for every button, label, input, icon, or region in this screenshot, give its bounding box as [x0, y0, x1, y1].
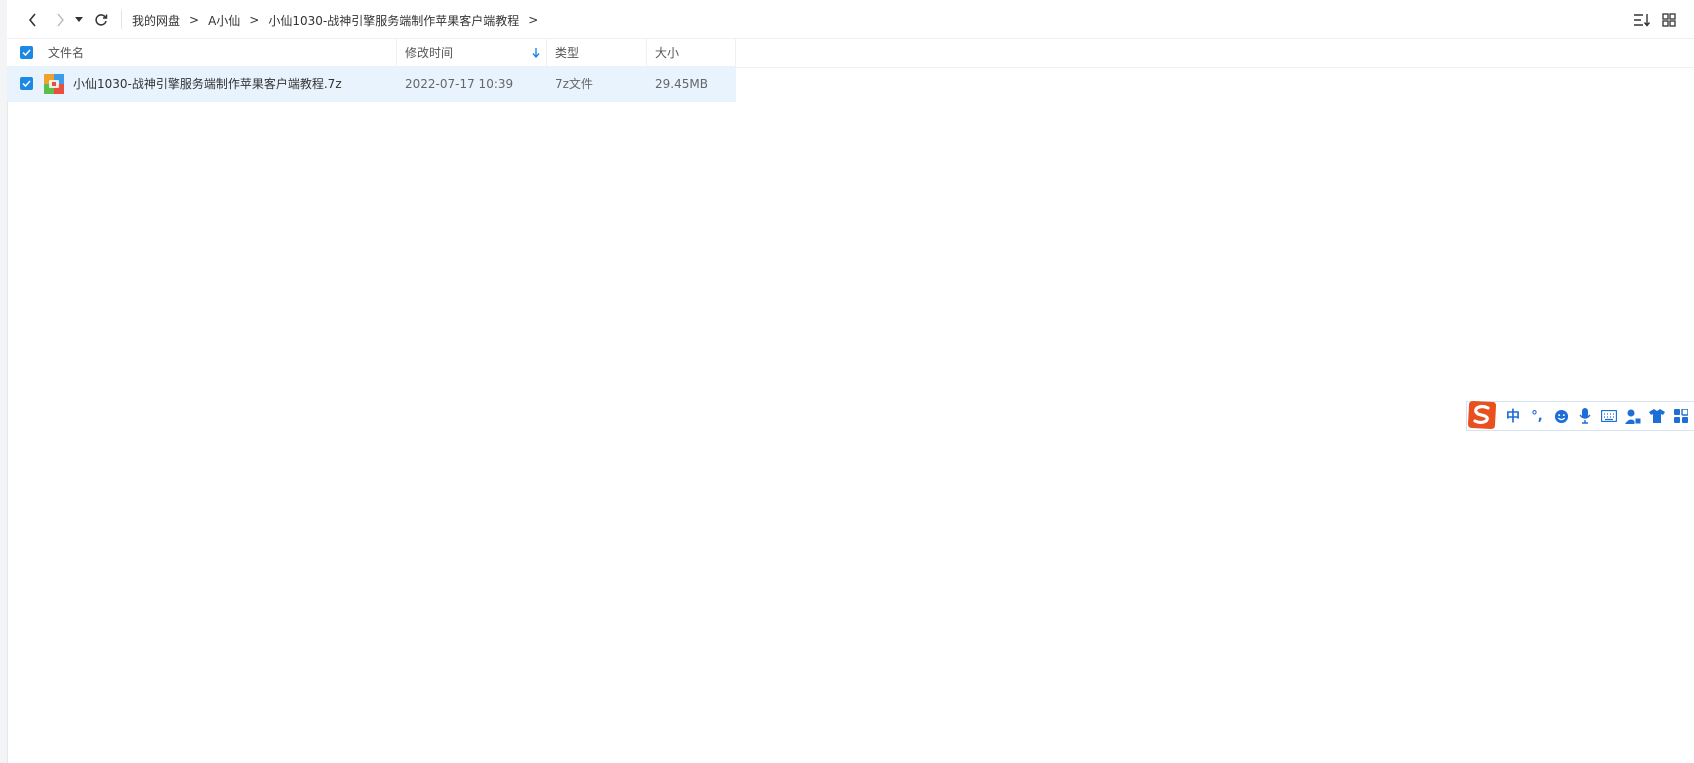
back-button[interactable] [22, 9, 44, 31]
sogou-logo-icon[interactable] [1466, 399, 1498, 431]
select-all-checkbox[interactable] [20, 46, 33, 59]
toolbar-divider [121, 10, 122, 29]
archive-7z-icon [44, 74, 64, 94]
file-name[interactable]: 小仙1030-战神引擎服务端制作苹果客户端教程.7z [73, 66, 342, 102]
column-divider[interactable] [396, 39, 397, 67]
refresh-button[interactable] [90, 9, 112, 31]
breadcrumb-item-root[interactable]: 我的网盘 [132, 12, 180, 29]
column-header-modified[interactable]: 修改时间 [405, 39, 545, 67]
ime-toolbox-button[interactable] [1669, 404, 1693, 428]
file-list-header: 文件名 修改时间 类型 大小 [7, 38, 1694, 68]
file-row-checkbox[interactable] [20, 77, 33, 90]
breadcrumb-separator: > [249, 13, 260, 27]
refresh-icon [95, 14, 108, 26]
ime-toolbar: 中 °, [1466, 401, 1694, 431]
caret-down-icon [75, 17, 83, 22]
top-toolbar: 我的网盘 > A小仙 > 小仙1030-战神引擎服务端制作苹果客户端教程 > [7, 0, 1694, 38]
emoji-icon [1554, 409, 1568, 423]
column-divider[interactable] [646, 39, 647, 67]
breadcrumb-item-folder[interactable]: A小仙 [208, 12, 240, 29]
column-header-type[interactable]: 类型 [555, 39, 645, 67]
sort-button[interactable] [1631, 9, 1653, 31]
file-row[interactable]: 小仙1030-战神引擎服务端制作苹果客户端教程.7z 2022-07-17 10… [7, 66, 736, 102]
column-header-size[interactable]: 大小 [655, 39, 735, 67]
sort-list-icon [1634, 14, 1651, 27]
column-divider[interactable] [735, 39, 736, 67]
breadcrumb: 我的网盘 > A小仙 > 小仙1030-战神引擎服务端制作苹果客户端教程 > [132, 10, 547, 30]
breadcrumb-item-current[interactable]: 小仙1030-战神引擎服务端制作苹果客户端教程 [268, 12, 519, 29]
keyboard-icon [1601, 410, 1617, 422]
file-size: 29.45MB [655, 77, 708, 91]
file-modified: 2022-07-17 10:39 [405, 77, 514, 91]
column-header-modified-label: 修改时间 [405, 46, 454, 60]
microphone-icon [1579, 408, 1591, 424]
checkmark-icon [22, 80, 31, 87]
chevron-left-icon [28, 13, 36, 27]
checkmark-icon [22, 49, 31, 56]
ime-skin-button[interactable] [1645, 404, 1669, 428]
file-type: 7z文件 [555, 77, 593, 91]
sort-desc-arrow-icon [532, 48, 540, 58]
grid-view-icon [1662, 13, 1676, 27]
forward-button[interactable] [49, 9, 71, 31]
column-divider[interactable] [546, 39, 547, 67]
user-icon [1625, 409, 1641, 424]
grid-view-button[interactable] [1658, 9, 1680, 31]
breadcrumb-separator[interactable]: > [528, 13, 538, 27]
ime-emoji-button[interactable] [1549, 404, 1573, 428]
ime-user-button[interactable] [1621, 404, 1645, 428]
chevron-right-icon [57, 13, 64, 27]
left-panel-edge [0, 0, 8, 763]
skin-shirt-icon [1649, 409, 1665, 423]
ime-chinese-mode-button[interactable]: 中 [1501, 404, 1525, 428]
ime-keyboard-button[interactable] [1597, 404, 1621, 428]
ime-voice-button[interactable] [1573, 404, 1597, 428]
breadcrumb-separator: > [189, 13, 200, 27]
toolbox-icon [1674, 409, 1688, 423]
ime-punctuation-button[interactable]: °, [1525, 404, 1549, 428]
column-header-name[interactable]: 文件名 [48, 39, 400, 67]
history-dropdown-button[interactable] [72, 9, 86, 31]
